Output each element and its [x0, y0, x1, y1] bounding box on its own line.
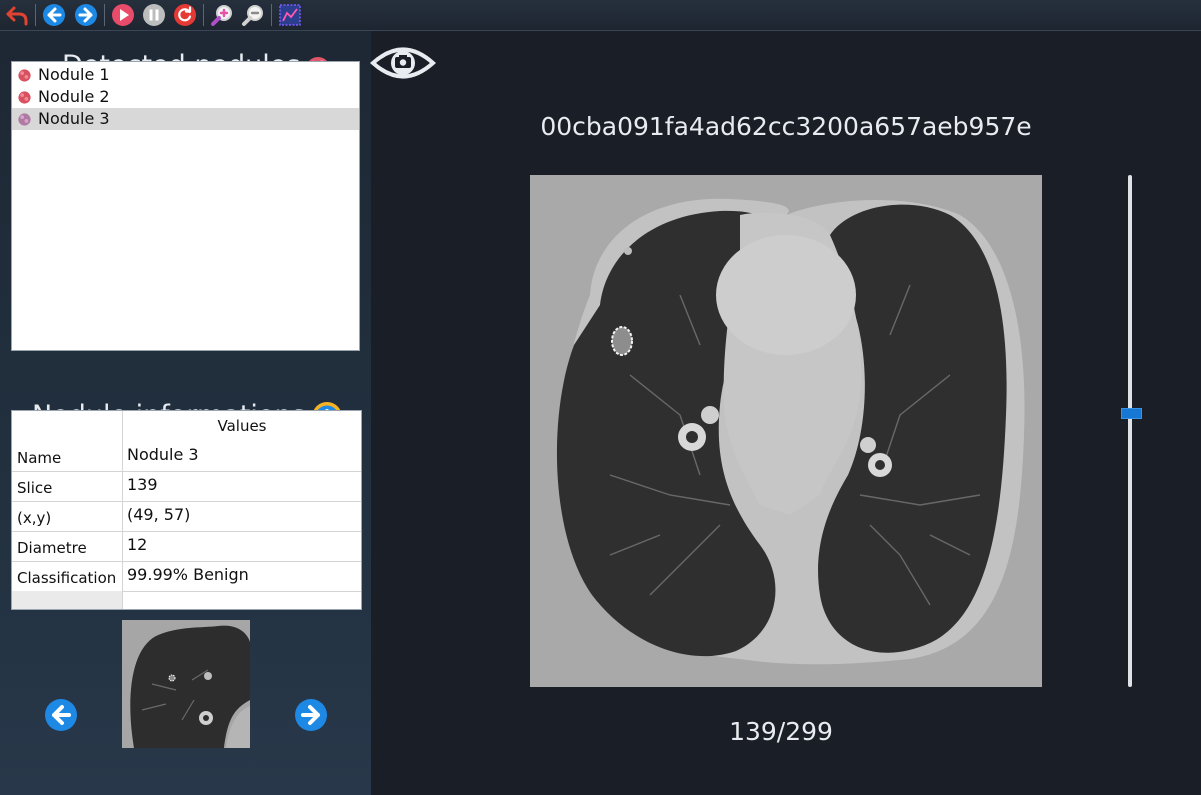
forward-arrow-icon[interactable]: [74, 3, 98, 27]
list-item[interactable]: Nodule 2: [12, 86, 359, 108]
list-item[interactable]: Nodule 1: [12, 64, 359, 86]
nodule-thumbnail: [122, 620, 250, 748]
nodule-list[interactable]: Nodule 1 Nodule 2 Nodule 3: [11, 61, 360, 351]
table-value: 99.99% Benign: [127, 565, 249, 584]
nodule-marker: [611, 326, 633, 356]
table-header-values: Values: [217, 417, 267, 435]
reset-icon[interactable]: [173, 3, 197, 27]
table-row: Slice 139: [12, 471, 361, 502]
undo-icon[interactable]: [5, 3, 29, 27]
table-key: Name: [17, 449, 62, 467]
analysis-icon[interactable]: [278, 3, 302, 27]
pause-icon[interactable]: [142, 3, 166, 27]
table-header-row: Values: [12, 411, 361, 441]
list-item-label: Nodule 3: [38, 109, 110, 128]
table-value: 12: [127, 535, 148, 554]
list-item-selected[interactable]: Nodule 3: [12, 108, 359, 130]
table-value: Nodule 3: [127, 445, 199, 464]
case-id: 00cba091fa4ad62cc3200a657aeb957e: [540, 112, 1032, 141]
zoom-out-icon[interactable]: [241, 3, 265, 27]
table-key: Classification: [17, 569, 117, 587]
table-key: (x,y): [17, 509, 52, 527]
nodule-info-table: Values Name Nodule 3 Slice 139 (x,y) (49…: [11, 410, 362, 610]
list-item-label: Nodule 2: [38, 87, 110, 106]
table-value: (49, 57): [127, 505, 191, 524]
table-row: Name Nodule 3: [12, 441, 361, 472]
slice-counter: 139/299: [729, 717, 833, 746]
play-icon[interactable]: [111, 3, 135, 27]
prev-nodule-icon[interactable]: [44, 698, 78, 732]
table-key: Diametre: [17, 539, 87, 557]
toolbar: [0, 0, 1201, 31]
nodule-icon: [18, 91, 31, 104]
table-row: (x,y) (49, 57): [12, 501, 361, 532]
nodule-icon: [18, 113, 31, 126]
next-nodule-icon[interactable]: [294, 698, 328, 732]
table-value: 139: [127, 475, 158, 494]
table-row: Diametre 12: [12, 531, 361, 562]
ct-slice-image: [530, 175, 1042, 687]
table-row: [12, 591, 361, 609]
table-key: Slice: [17, 479, 53, 497]
slice-slider-track[interactable]: [1128, 175, 1132, 687]
zoom-in-icon[interactable]: [210, 3, 234, 27]
nodule-icon: [18, 69, 31, 82]
camera-eye-icon[interactable]: [370, 42, 436, 84]
back-arrow-icon[interactable]: [42, 3, 66, 27]
slice-slider-handle[interactable]: [1121, 408, 1142, 419]
table-row: Classification 99.99% Benign: [12, 561, 361, 592]
list-item-label: Nodule 1: [38, 65, 110, 84]
